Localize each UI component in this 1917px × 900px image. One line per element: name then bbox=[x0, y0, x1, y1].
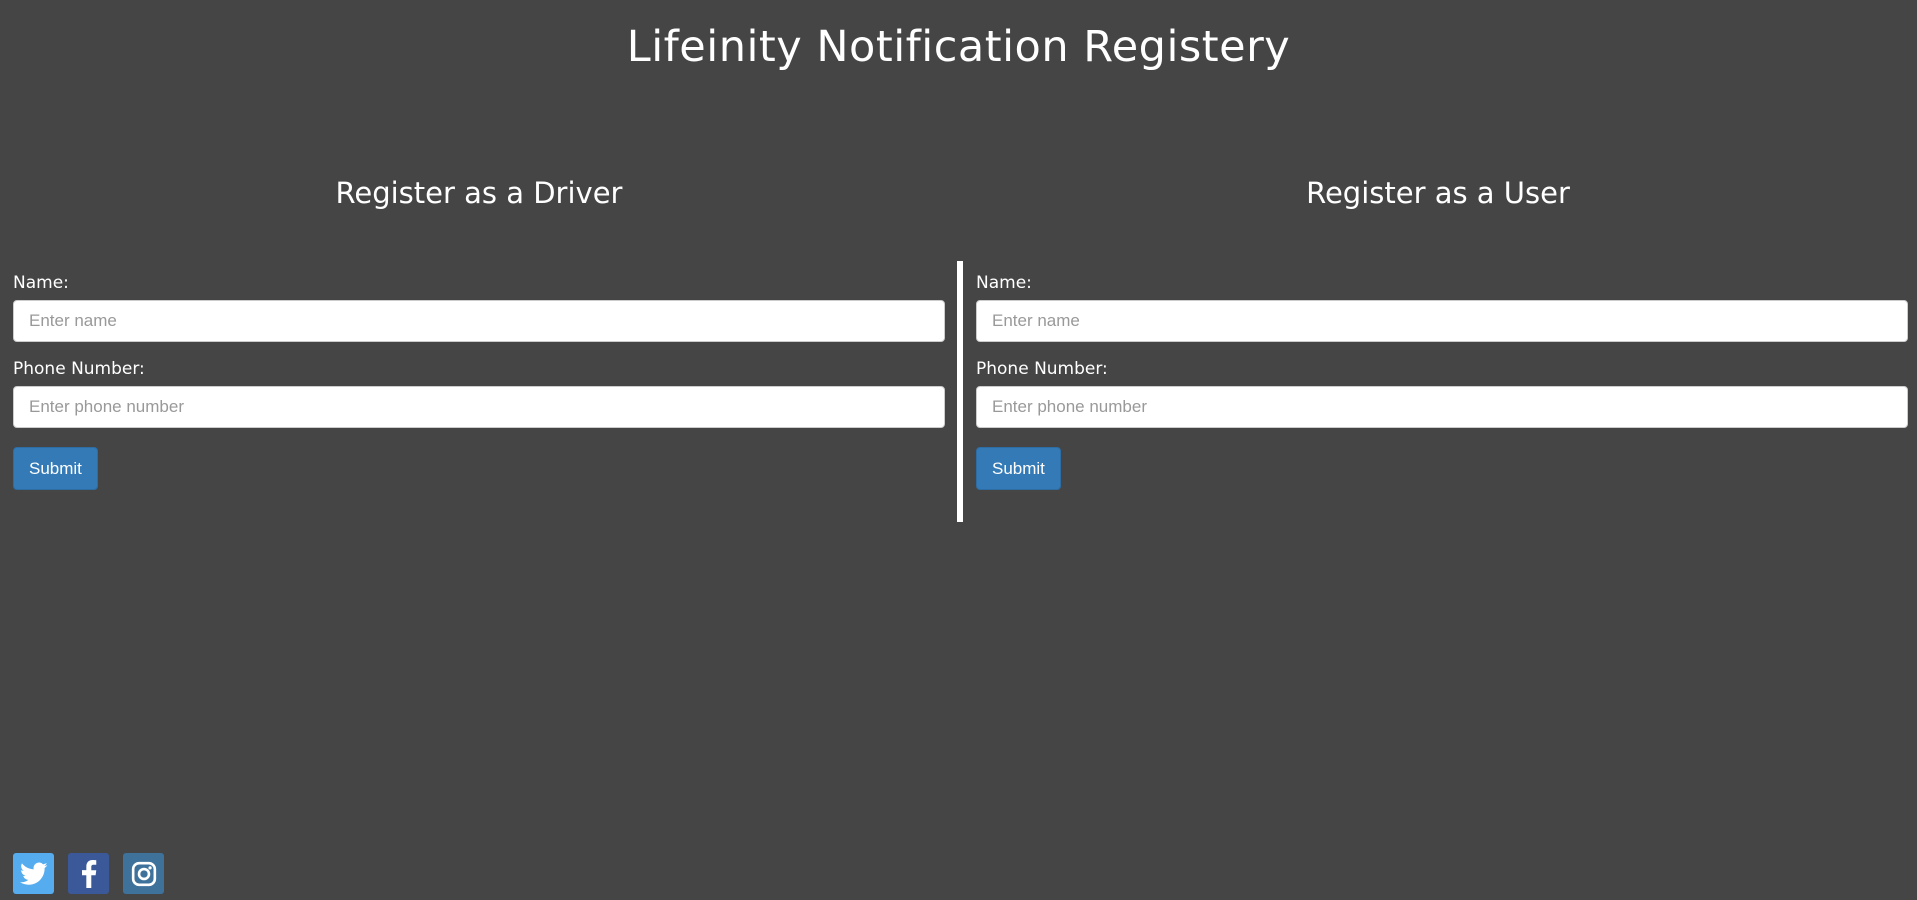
facebook-icon bbox=[81, 859, 96, 888]
user-section-heading: Register as a User bbox=[1306, 176, 1570, 210]
user-phone-label: Phone Number: bbox=[976, 359, 1108, 379]
section-divider bbox=[957, 261, 963, 522]
twitter-link[interactable] bbox=[13, 853, 54, 894]
driver-name-input[interactable] bbox=[13, 300, 945, 342]
twitter-icon bbox=[19, 861, 48, 885]
driver-name-label: Name: bbox=[13, 273, 69, 293]
driver-submit-button[interactable]: Submit bbox=[13, 447, 98, 490]
user-name-input[interactable] bbox=[976, 300, 1908, 342]
user-submit-button[interactable]: Submit bbox=[976, 447, 1061, 490]
instagram-link[interactable] bbox=[123, 853, 164, 894]
instagram-icon bbox=[131, 861, 156, 886]
user-phone-input[interactable] bbox=[976, 386, 1908, 428]
page-title: Lifeinity Notification Registery bbox=[626, 22, 1291, 72]
driver-registration-form: Name: Phone Number: Submit bbox=[13, 261, 945, 490]
facebook-link[interactable] bbox=[68, 853, 109, 894]
driver-section-heading: Register as a Driver bbox=[335, 176, 623, 210]
driver-phone-input[interactable] bbox=[13, 386, 945, 428]
user-name-label: Name: bbox=[976, 273, 1032, 293]
user-registration-form: Name: Phone Number: Submit bbox=[976, 261, 1908, 490]
driver-phone-label: Phone Number: bbox=[13, 359, 145, 379]
social-links bbox=[13, 853, 164, 894]
